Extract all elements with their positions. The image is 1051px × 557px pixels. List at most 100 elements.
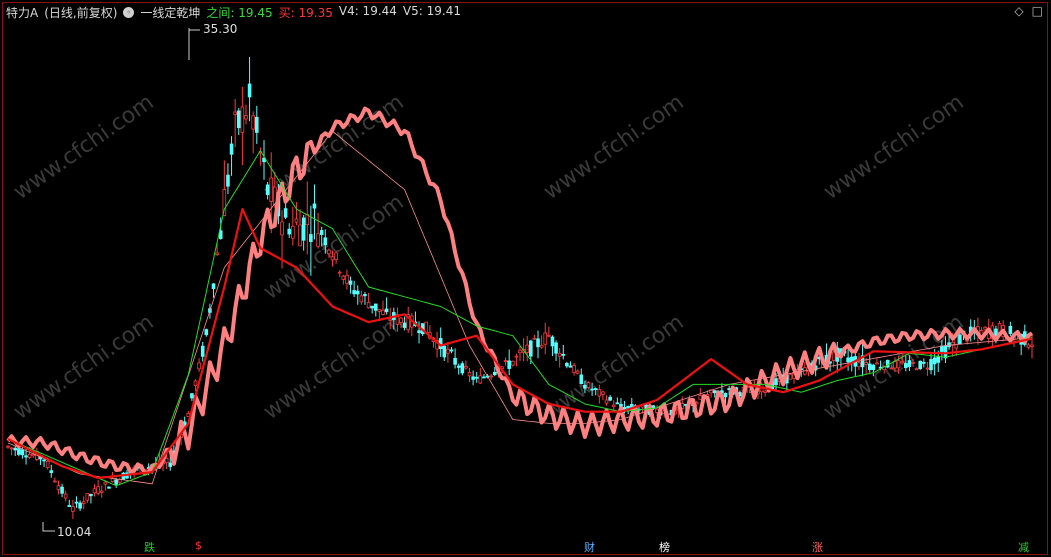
candle-down <box>651 405 656 409</box>
candle-down <box>74 501 79 504</box>
candle-down <box>402 322 407 328</box>
candle-down <box>13 447 18 451</box>
watermark-text: www.cfchi.com <box>9 90 158 205</box>
candle-down <box>529 340 533 357</box>
candle-up <box>6 445 10 448</box>
candle-down <box>593 388 598 390</box>
candle-up <box>215 252 219 256</box>
candle-down <box>583 384 587 389</box>
candle-up <box>503 360 508 363</box>
candlestick-chart: www.cfchi.com www.cfchi.com www.cfchi.com w… <box>6 22 1034 539</box>
candle-up <box>557 352 562 357</box>
candle-up <box>543 332 548 345</box>
candle-down <box>943 345 948 359</box>
candle-down <box>309 234 313 242</box>
candle-down <box>204 329 209 336</box>
candle-up <box>864 362 868 365</box>
candle-down <box>60 486 64 494</box>
candle-up <box>164 457 169 464</box>
candle-down <box>89 493 93 497</box>
candle-up <box>9 447 14 450</box>
candle-down <box>867 363 872 371</box>
candle-up <box>489 375 493 378</box>
candle-down <box>287 228 292 235</box>
candle-down <box>774 378 778 386</box>
candle-down <box>492 371 497 376</box>
candle-down <box>370 305 374 309</box>
candle-up <box>911 361 915 364</box>
candle-down <box>67 505 72 507</box>
low-arrow-icon <box>42 522 55 532</box>
candle-up <box>532 337 537 340</box>
candle-up <box>597 389 602 397</box>
candle-up <box>45 460 50 469</box>
candle-up <box>514 355 519 358</box>
event-badge[interactable]: 跌 <box>142 539 157 555</box>
watermark-text: www.cfchi.com <box>9 310 158 425</box>
candle-up <box>586 382 591 388</box>
candle-up <box>92 488 97 494</box>
candle-down <box>265 184 270 196</box>
candle-down <box>940 345 944 352</box>
low-label: 10.04 <box>57 525 91 539</box>
candle-up <box>525 344 530 353</box>
candle-up <box>56 485 61 490</box>
candle-up <box>381 309 385 315</box>
candle-down <box>608 396 612 401</box>
candle-down <box>922 361 926 364</box>
candle-up <box>572 365 576 373</box>
watermark-text: www.cfchi.com <box>819 90 968 205</box>
candle-down <box>626 405 630 409</box>
thin-line <box>7 130 1033 485</box>
candle-down <box>568 365 573 368</box>
candle-up <box>763 390 767 393</box>
candle-down <box>918 360 923 369</box>
candle-up <box>467 371 472 377</box>
candle-up <box>698 395 703 400</box>
candle-up <box>464 366 468 369</box>
candle-down <box>904 363 908 369</box>
candle-down <box>907 360 912 368</box>
candle-up <box>110 478 115 482</box>
candle-up <box>359 295 364 303</box>
candle-up <box>345 274 349 284</box>
candle-down <box>283 208 288 218</box>
candle-up <box>269 177 274 202</box>
watermark-layer: www.cfchi.com www.cfchi.com www.cfchi.com w… <box>9 90 968 425</box>
candle-up <box>334 252 338 260</box>
candle-up <box>366 301 371 309</box>
candle-up <box>316 233 320 247</box>
candle-up <box>341 275 346 280</box>
candle-up <box>85 493 90 501</box>
candle-up <box>983 326 987 330</box>
candle-down <box>348 280 353 285</box>
candle-down <box>49 470 54 474</box>
event-badge[interactable]: 榜 <box>657 539 672 555</box>
candle-down <box>384 308 389 313</box>
event-badge[interactable]: 减 <box>1016 539 1031 555</box>
candle-down <box>355 290 360 295</box>
candle-up <box>193 380 198 386</box>
candle-up <box>53 480 57 483</box>
candle-up <box>251 115 255 130</box>
candle-down <box>24 455 28 458</box>
candle-down <box>712 390 717 394</box>
candle-down <box>226 174 230 187</box>
candle-down <box>554 342 558 354</box>
candle-up <box>377 309 382 312</box>
candle-up <box>330 256 335 261</box>
event-badge[interactable]: $ <box>193 539 204 552</box>
candle-up <box>478 375 483 384</box>
event-badge[interactable]: 财 <box>582 539 597 555</box>
candle-down <box>453 357 457 365</box>
candle-up <box>388 318 392 321</box>
candle-up <box>900 361 904 364</box>
candle-down <box>211 283 216 289</box>
candle-down <box>1008 325 1013 334</box>
event-badge[interactable]: 涨 <box>810 539 825 555</box>
candle-down <box>114 479 118 485</box>
candle-down <box>561 353 566 356</box>
candle-down <box>42 459 46 462</box>
candle-up <box>788 373 793 380</box>
candle-up <box>99 490 104 493</box>
